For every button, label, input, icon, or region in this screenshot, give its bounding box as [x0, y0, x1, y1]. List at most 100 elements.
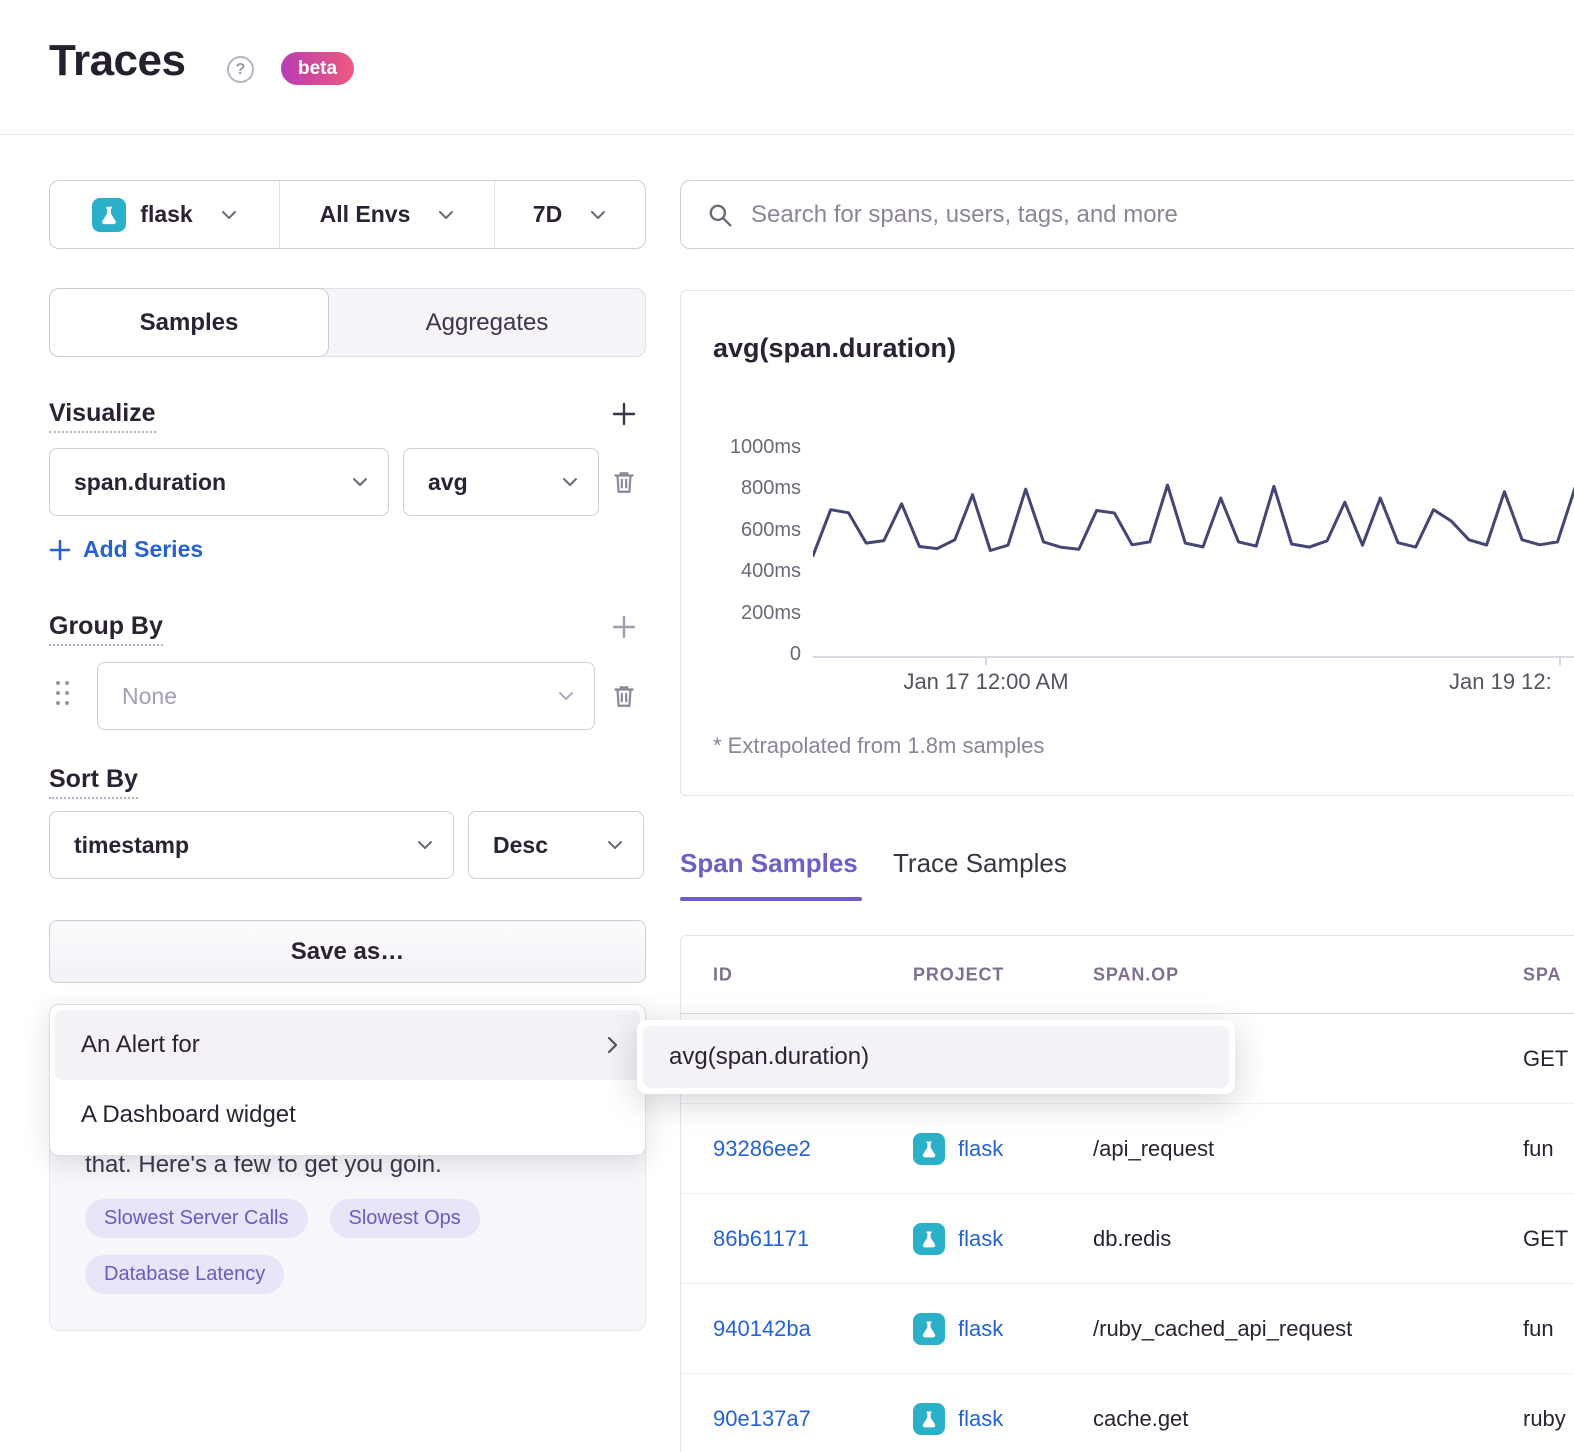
- chart-title: avg(span.duration): [713, 333, 956, 364]
- chevron-down-icon: [352, 477, 368, 487]
- group-by-select[interactable]: None: [97, 662, 595, 730]
- add-visualize-button[interactable]: [608, 398, 640, 430]
- chevron-right-icon: [607, 1036, 618, 1054]
- chart-x-axis-line: [813, 656, 1574, 658]
- page-title: Traces: [49, 36, 185, 86]
- chart-card: avg(span.duration) 1000ms800ms600ms400ms…: [680, 290, 1574, 796]
- search-bar: [680, 180, 1574, 249]
- chevron-down-icon: [221, 210, 237, 220]
- column-header-id: ID: [713, 964, 733, 985]
- span-id-link[interactable]: 90e137a7: [713, 1406, 811, 1432]
- span-id-link[interactable]: 940142ba: [713, 1316, 811, 1342]
- span-description-cell: ruby: [1523, 1406, 1566, 1432]
- flask-project-icon: [92, 198, 126, 232]
- delete-visualize-button[interactable]: [608, 464, 640, 500]
- sort-field-select[interactable]: timestamp: [49, 811, 454, 879]
- tab-span-samples[interactable]: Span Samples: [680, 848, 858, 879]
- visualize-aggregate-select[interactable]: avg: [403, 448, 599, 516]
- drag-handle[interactable]: [56, 681, 72, 711]
- tab-trace-samples[interactable]: Trace Samples: [893, 848, 1067, 879]
- span-op-cell: db.redis: [1093, 1226, 1171, 1252]
- chevron-down-icon: [558, 691, 574, 701]
- chart-plot[interactable]: [813, 441, 1574, 656]
- table-row: 86b61171 flask db.redis GET: [681, 1194, 1574, 1284]
- y-tick-label: 600ms: [681, 520, 801, 540]
- suggestion-pill-database-latency[interactable]: Database Latency: [85, 1255, 284, 1294]
- span-description-cell: GET: [1523, 1046, 1568, 1072]
- y-tick-label: 0: [681, 644, 801, 664]
- visualize-aggregate-value: avg: [428, 469, 468, 496]
- search-icon: [707, 202, 733, 228]
- chevron-down-icon: [417, 840, 433, 850]
- span-op-cell: /ruby_cached_api_request: [1093, 1316, 1352, 1342]
- table-row: 93286ee2 flask/api_request fun: [681, 1104, 1574, 1194]
- filter-bar: flask All Envs 7D: [49, 180, 646, 249]
- suggestion-pills: Slowest Server Calls Slowest Ops Database …: [85, 1199, 575, 1294]
- flask-project-icon: [913, 1403, 945, 1435]
- suggestion-pill-slowest-server-calls[interactable]: Slowest Server Calls: [85, 1199, 308, 1238]
- visualize-field-select[interactable]: span.duration: [49, 448, 389, 516]
- submenu-item-avg-span-duration[interactable]: avg(span.duration): [643, 1026, 1229, 1088]
- menu-item-label: A Dashboard widget: [81, 1101, 296, 1129]
- menu-item-an-alert-for[interactable]: An Alert for: [55, 1010, 640, 1080]
- project-selector[interactable]: flask: [50, 181, 279, 248]
- x-tick-label: Jan 17 12:00 AM: [886, 669, 1086, 695]
- column-header-project: PROJECT: [913, 964, 1004, 985]
- group-by-label: Group By: [49, 612, 163, 646]
- add-series-label: Add Series: [83, 536, 203, 563]
- suggestion-pill-slowest-ops[interactable]: Slowest Ops: [330, 1199, 480, 1238]
- project-cell[interactable]: flask: [913, 1313, 1003, 1345]
- chevron-down-icon: [438, 210, 454, 220]
- span-id-link[interactable]: 86b61171: [713, 1226, 809, 1252]
- x-tick-mark: [1559, 658, 1561, 665]
- project-cell[interactable]: flask: [913, 1133, 1003, 1165]
- column-header-span-op: SPAN.OP: [1093, 964, 1179, 985]
- menu-item-a-dashboard-widget[interactable]: A Dashboard widget: [55, 1080, 640, 1150]
- environment-selector[interactable]: All Envs: [279, 181, 495, 248]
- save-as-button[interactable]: Save as…: [49, 920, 646, 983]
- visualize-field-value: span.duration: [74, 469, 226, 496]
- project-cell[interactable]: flask: [913, 1403, 1003, 1435]
- delete-group-by-button[interactable]: [608, 678, 640, 714]
- span-op-cell: /api_request: [1093, 1136, 1214, 1162]
- mode-tabs: Samples Aggregates: [49, 288, 646, 357]
- span-samples-table: ID PROJECT SPAN.OP SPA GET 93286ee2 flask/api…: [680, 935, 1574, 1452]
- project-link-label: flask: [958, 1316, 1003, 1342]
- tab-aggregates[interactable]: Aggregates: [329, 289, 645, 356]
- span-description-cell: fun: [1523, 1136, 1554, 1162]
- chevron-down-icon: [607, 840, 623, 850]
- tab-samples[interactable]: Samples: [49, 288, 329, 357]
- add-series-button[interactable]: Add Series: [49, 536, 203, 563]
- project-link-label: flask: [958, 1406, 1003, 1432]
- sort-by-label: Sort By: [49, 765, 138, 799]
- x-tick-label: Jan 19 12:: [1449, 669, 1552, 695]
- table-header-row: ID PROJECT SPAN.OP SPA: [681, 936, 1574, 1014]
- span-id-link[interactable]: 93286ee2: [713, 1136, 811, 1162]
- span-description-cell: GET: [1523, 1226, 1568, 1252]
- group-by-placeholder: None: [122, 683, 177, 710]
- active-tab-underline: [680, 897, 862, 901]
- visualize-label: Visualize: [49, 399, 156, 433]
- date-range-selector-label: 7D: [533, 201, 562, 228]
- y-tick-label: 200ms: [681, 603, 801, 623]
- chart-footnote: * Extrapolated from 1.8m samples: [713, 733, 1044, 759]
- add-group-by-button[interactable]: [608, 611, 640, 643]
- flask-project-icon: [913, 1133, 945, 1165]
- help-icon[interactable]: ?: [227, 56, 254, 83]
- project-selector-label: flask: [140, 201, 192, 228]
- flask-project-icon: [913, 1223, 945, 1255]
- y-tick-label: 400ms: [681, 561, 801, 581]
- beta-badge: beta: [281, 52, 354, 85]
- sort-direction-value: Desc: [493, 832, 548, 859]
- sort-direction-select[interactable]: Desc: [468, 811, 644, 879]
- y-tick-label: 1000ms: [681, 437, 801, 457]
- table-row: 90e137a7flaskcache.getruby: [681, 1374, 1574, 1452]
- span-description-cell: fun: [1523, 1316, 1554, 1342]
- menu-item-label: An Alert for: [81, 1031, 200, 1059]
- project-cell[interactable]: flask: [913, 1223, 1003, 1255]
- search-input[interactable]: [751, 201, 1574, 229]
- date-range-selector[interactable]: 7D: [495, 181, 644, 248]
- environment-selector-label: All Envs: [320, 201, 411, 228]
- column-header-spa: SPA: [1523, 964, 1561, 985]
- traces-page: Traces ? beta flask All Envs 7D: [0, 0, 1574, 1452]
